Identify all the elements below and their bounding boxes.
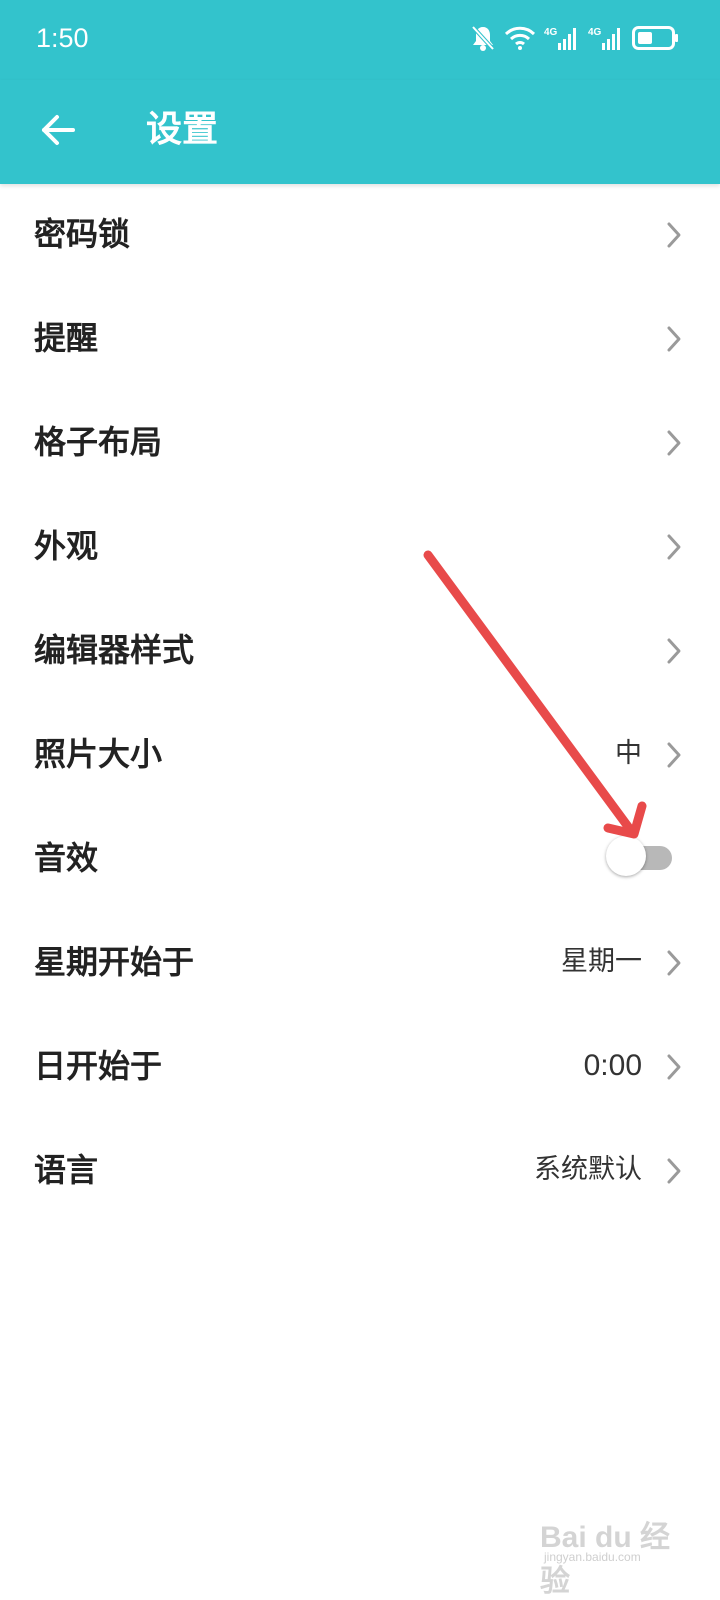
setting-value: 系统默认 bbox=[534, 1154, 642, 1185]
setting-label: 音效 bbox=[34, 839, 99, 877]
chevron-right-icon bbox=[667, 534, 681, 560]
chevron-right-icon bbox=[667, 742, 681, 768]
setting-label: 密码锁 bbox=[34, 215, 131, 253]
arrow-left-icon bbox=[40, 114, 76, 150]
setting-row-reminder[interactable]: 提醒 bbox=[0, 288, 720, 392]
chevron-right-icon bbox=[667, 326, 681, 352]
toggle-knob bbox=[606, 836, 646, 876]
setting-row-password-lock[interactable]: 密码锁 bbox=[0, 184, 720, 288]
svg-text:4G: 4G bbox=[544, 27, 558, 38]
status-time: 1:50 bbox=[36, 23, 89, 53]
setting-label: 星期开始于 bbox=[34, 943, 195, 981]
setting-label: 编辑器样式 bbox=[34, 631, 195, 669]
wifi-icon bbox=[504, 25, 536, 51]
setting-label: 外观 bbox=[34, 527, 99, 565]
svg-text:4G: 4G bbox=[588, 27, 602, 38]
setting-label: 格子布局 bbox=[34, 423, 163, 461]
watermark-sub: jingyan.baidu.com bbox=[544, 1550, 641, 1564]
setting-label: 语言 bbox=[34, 1151, 99, 1189]
battery-icon bbox=[632, 26, 680, 50]
signal-4g-icon: 4G bbox=[544, 25, 580, 51]
mute-bell-icon bbox=[470, 24, 496, 52]
watermark: Bai du 经验 jingyan.baidu.com bbox=[540, 1506, 680, 1598]
setting-value: 中 bbox=[615, 738, 642, 769]
signal-4g-icon: 4G bbox=[588, 25, 624, 51]
setting-row-grid-layout[interactable]: 格子布局 bbox=[0, 392, 720, 496]
setting-value: 0:00 bbox=[583, 1049, 642, 1082]
setting-row-photo-size[interactable]: 照片大小 中 bbox=[0, 704, 720, 808]
chevron-right-icon bbox=[667, 950, 681, 976]
setting-label: 提醒 bbox=[34, 319, 99, 357]
setting-row-week-starts-on[interactable]: 星期开始于 星期一 bbox=[0, 912, 720, 1016]
setting-label: 日开始于 bbox=[34, 1047, 163, 1085]
chevron-right-icon bbox=[667, 638, 681, 664]
setting-row-language[interactable]: 语言 系统默认 bbox=[0, 1120, 720, 1224]
setting-row-editor-style[interactable]: 编辑器样式 bbox=[0, 600, 720, 704]
status-bar: 1:50 4G 4G bbox=[0, 0, 720, 80]
setting-row-appearance[interactable]: 外观 bbox=[0, 496, 720, 600]
page-title: 设置 bbox=[146, 109, 219, 150]
setting-row-day-starts-at[interactable]: 日开始于 0:00 bbox=[0, 1016, 720, 1120]
back-button[interactable] bbox=[30, 104, 86, 160]
setting-value: 星期一 bbox=[561, 946, 642, 977]
setting-row-sound-effects: 音效 bbox=[0, 808, 720, 912]
sound-effects-toggle[interactable] bbox=[606, 836, 676, 876]
chevron-right-icon bbox=[667, 1054, 681, 1080]
chevron-right-icon bbox=[667, 1158, 681, 1184]
settings-list: 密码锁 提醒 格子布局 外观 编辑器样式 照片大小 中 音效 星期开始于 星期一… bbox=[0, 184, 720, 1224]
setting-label: 照片大小 bbox=[34, 735, 163, 773]
status-icons: 4G 4G bbox=[470, 22, 680, 54]
app-bar: 设置 bbox=[0, 80, 720, 184]
chevron-right-icon bbox=[667, 222, 681, 248]
chevron-right-icon bbox=[667, 430, 681, 456]
